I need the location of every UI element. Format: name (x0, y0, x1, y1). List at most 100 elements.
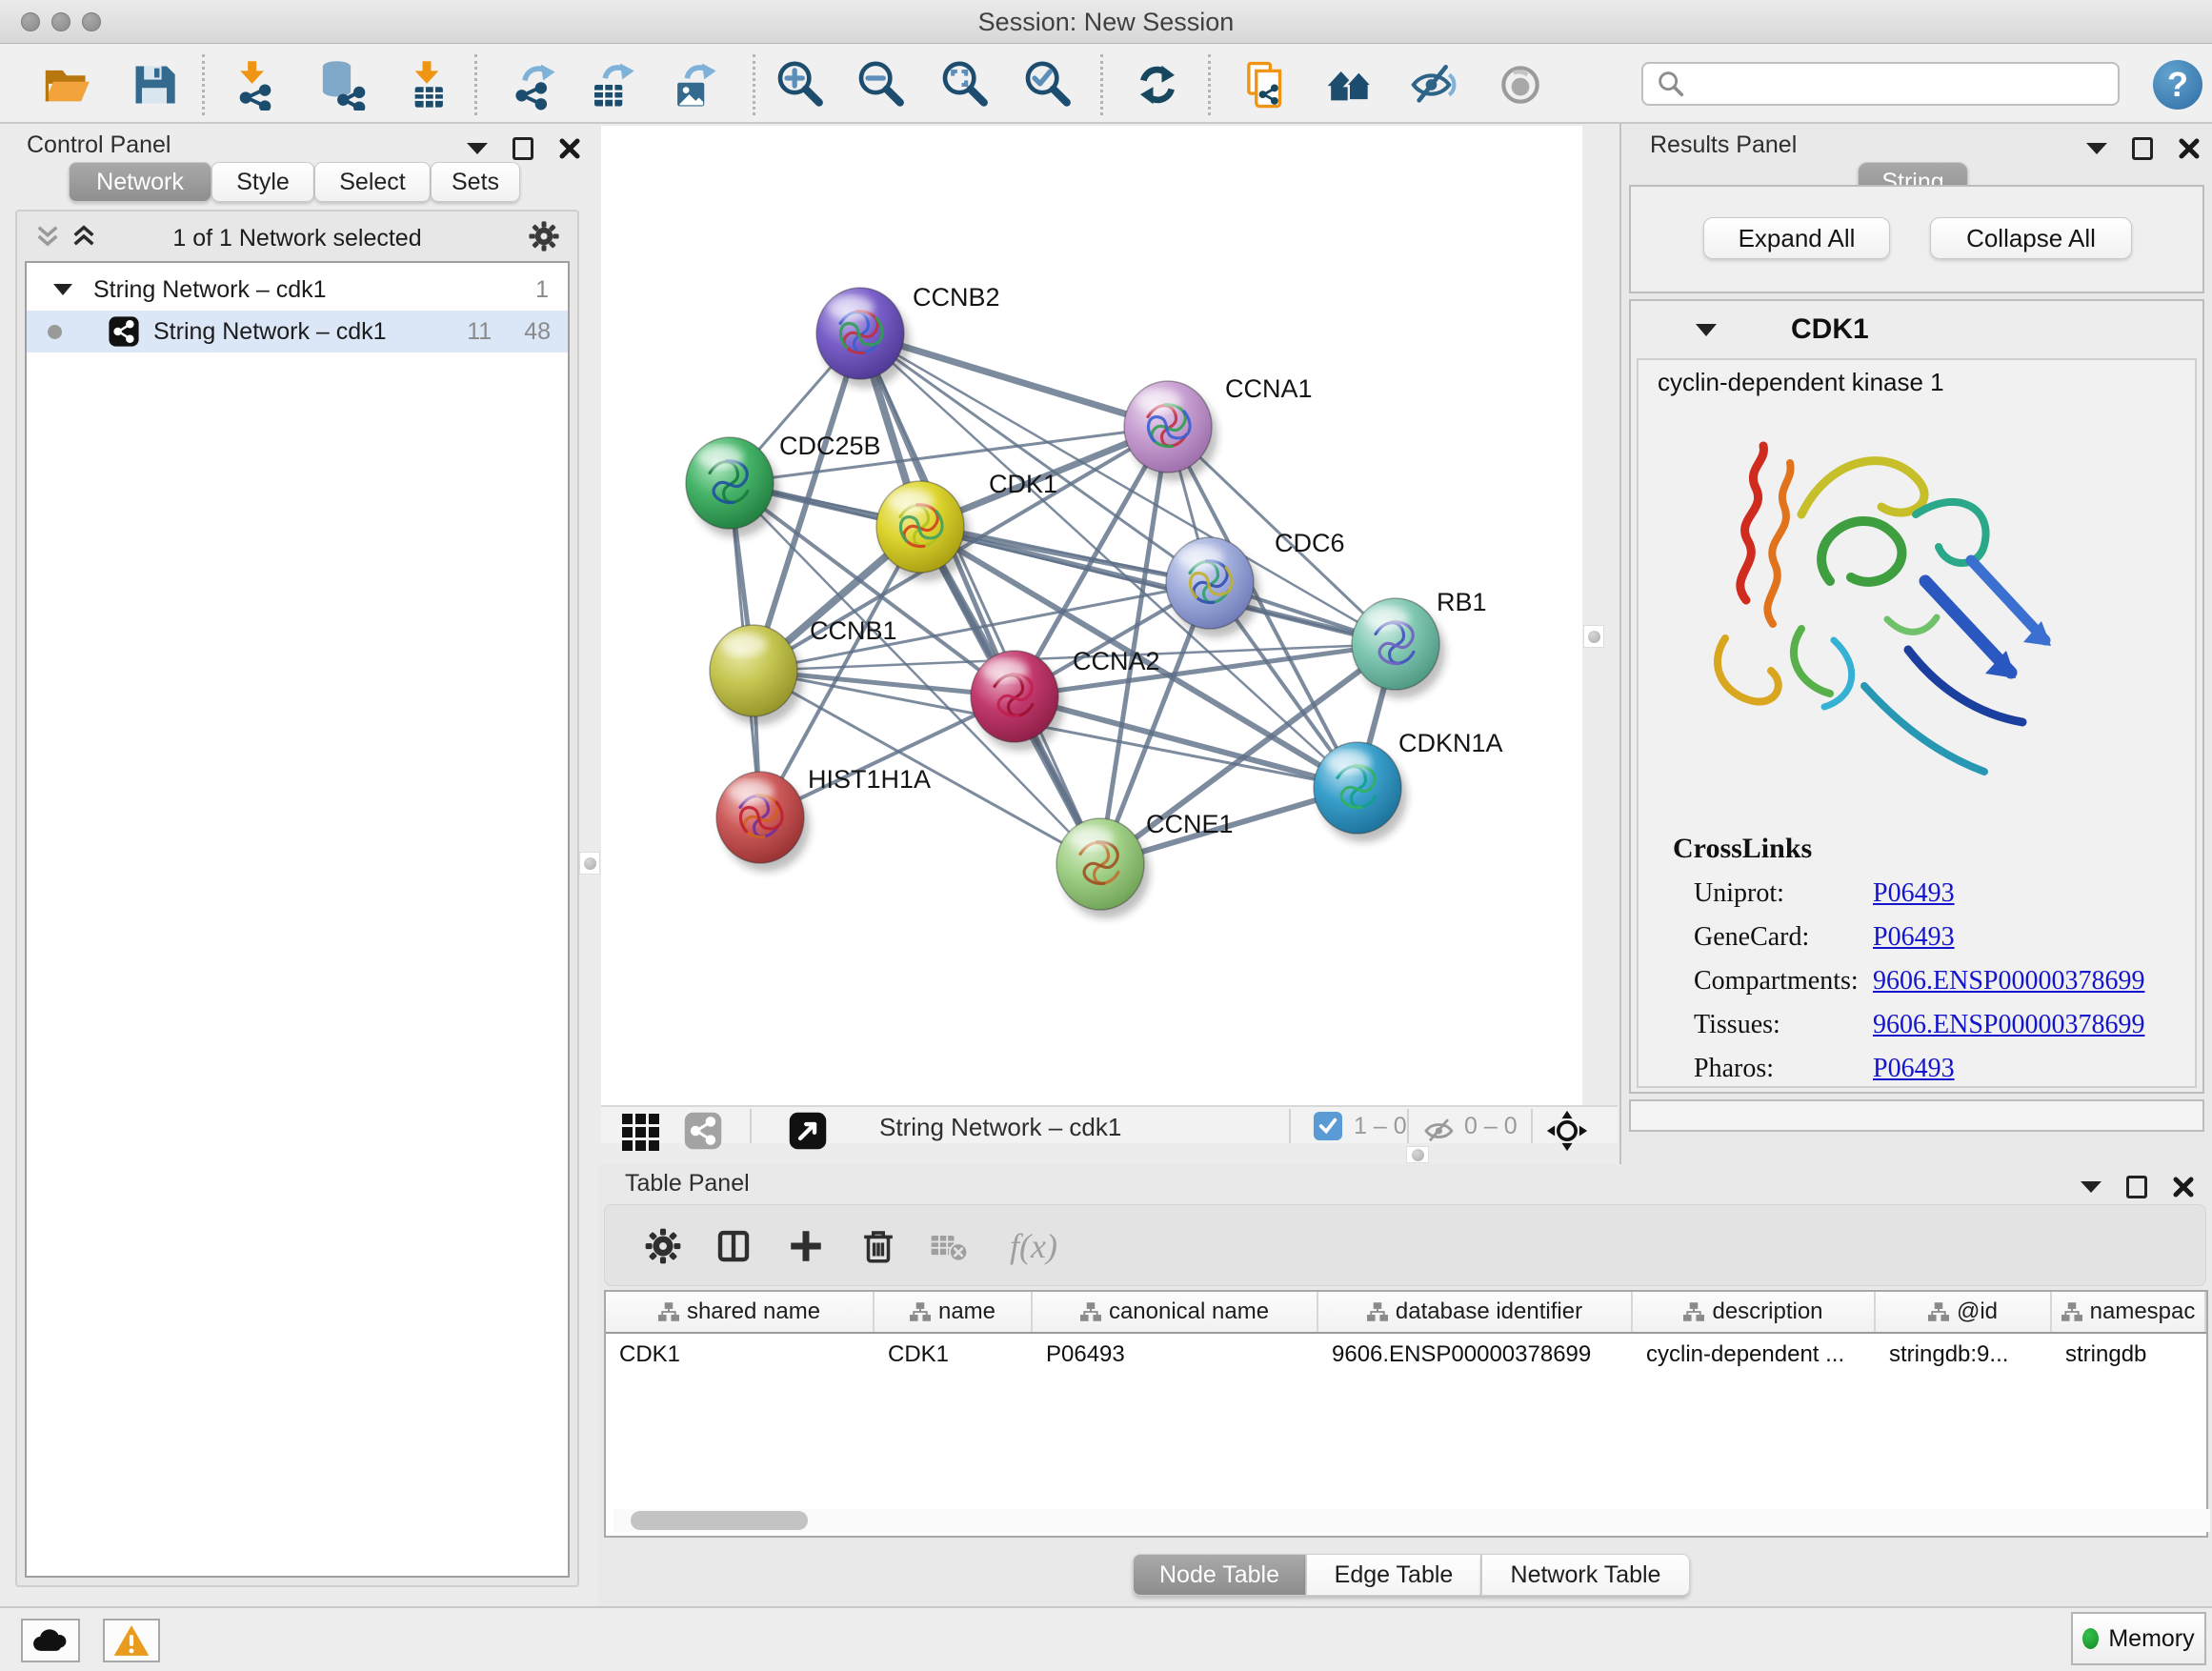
copy-network-icon[interactable] (1240, 58, 1294, 111)
network-node-rb1[interactable] (1352, 598, 1445, 698)
tab-sets[interactable]: Sets (431, 162, 520, 202)
delete-column-icon[interactable] (855, 1222, 902, 1270)
warning-button[interactable] (103, 1619, 160, 1662)
cloud-icon (31, 1626, 70, 1655)
zoom-out-icon[interactable] (855, 58, 908, 111)
level-of-detail-icon[interactable] (1494, 58, 1547, 111)
search-input[interactable] (1641, 62, 2120, 106)
close-panel-icon[interactable] (558, 137, 581, 160)
column-header-6[interactable]: namespac (2052, 1292, 2206, 1332)
section-expander-icon[interactable] (1696, 324, 1717, 336)
crosslink-link[interactable]: 9606.ENSP00000378699 (1873, 1010, 2144, 1040)
close-panel-icon[interactable] (2172, 1176, 2195, 1198)
create-column-icon[interactable] (782, 1222, 830, 1270)
table-row[interactable]: CDK1CDK1P064939606.ENSP00000378699cyclin… (606, 1334, 2206, 1376)
crosslinks-block: CrossLinks Uniprot:P06493 GeneCard:P0649… (1673, 833, 2187, 1097)
zoom-selected-icon[interactable] (1021, 58, 1075, 111)
network-node-ccne1[interactable] (1056, 818, 1150, 918)
expand-all-button[interactable]: Expand All (1703, 217, 1890, 259)
network-node-hist1h1a[interactable] (716, 772, 810, 872)
tab-edge-table[interactable]: Edge Table (1306, 1554, 1481, 1596)
export-network-icon[interactable] (507, 58, 560, 111)
float-panel-icon[interactable] (2126, 1176, 2147, 1198)
import-table-file-icon[interactable] (400, 58, 453, 111)
node-table[interactable]: shared namenamecanonical namedatabase id… (604, 1290, 2208, 1538)
column-header-1[interactable]: name (875, 1292, 1033, 1332)
column-header-3[interactable]: database identifier (1318, 1292, 1633, 1332)
network-node-cdc6[interactable] (1166, 537, 1259, 637)
tab-select-label: Select (339, 169, 405, 196)
save-session-icon[interactable] (128, 58, 181, 111)
column-header-5[interactable]: @id (1876, 1292, 2052, 1332)
cloud-button[interactable] (21, 1619, 80, 1662)
tab-network[interactable]: Network (69, 162, 211, 202)
collection-expander-icon[interactable] (53, 284, 72, 295)
refresh-layout-icon[interactable] (1131, 58, 1184, 111)
collapse-all-button[interactable]: Collapse All (1930, 217, 2132, 259)
birds-eye-view-icon[interactable] (788, 1111, 828, 1151)
crosslink-link[interactable]: P06493 (1873, 878, 1955, 909)
network-node-ccna1[interactable] (1124, 381, 1217, 481)
column-header-4[interactable]: description (1633, 1292, 1876, 1332)
open-file-icon[interactable] (40, 58, 93, 111)
tab-style[interactable]: Style (211, 162, 314, 202)
float-panel-icon[interactable] (2132, 137, 2153, 160)
close-panel-icon[interactable] (2178, 137, 2201, 160)
table-cell[interactable]: stringdb:9... (1876, 1334, 2052, 1376)
table-cell[interactable]: cyclin-dependent ... (1633, 1334, 1876, 1376)
crosslink-link[interactable]: 9606.ENSP00000378699 (1873, 966, 2144, 997)
panel-menu-icon[interactable] (467, 143, 488, 154)
float-panel-icon[interactable] (513, 137, 533, 160)
right-splitter-handle[interactable] (1583, 625, 1604, 648)
toolbar-separator (753, 54, 755, 115)
search-field[interactable] (1695, 70, 2118, 97)
network-node-cdkn1a[interactable] (1314, 742, 1407, 842)
table-gear-icon[interactable] (639, 1222, 687, 1270)
tab-select[interactable]: Select (314, 162, 431, 202)
import-network-file-icon[interactable] (229, 58, 282, 111)
network-collection-row[interactable]: String Network – cdk1 1 (27, 269, 568, 311)
gene-section-header[interactable]: CDK1 (1631, 301, 2202, 358)
fit-content-icon[interactable] (1546, 1110, 1588, 1152)
panel-menu-icon[interactable] (2081, 1181, 2101, 1193)
panel-menu-icon[interactable] (2086, 143, 2107, 154)
network-node-ccna2[interactable] (971, 651, 1064, 751)
network-row-selected[interactable]: String Network – cdk1 11 48 (27, 311, 568, 352)
memory-button[interactable]: Memory (2071, 1612, 2206, 1665)
tab-node-table[interactable]: Node Table (1133, 1554, 1306, 1596)
network-share-icon[interactable] (683, 1111, 723, 1151)
left-splitter-handle[interactable] (579, 852, 600, 875)
table-cell[interactable]: 9606.ENSP00000378699 (1318, 1334, 1633, 1376)
crosslink-link[interactable]: P06493 (1873, 1054, 1955, 1084)
zoom-in-icon[interactable] (774, 58, 827, 111)
show-columns-icon[interactable] (710, 1222, 757, 1270)
table-cell[interactable]: CDK1 (606, 1334, 875, 1376)
import-network-database-icon[interactable] (314, 58, 368, 111)
gear-icon[interactable] (528, 220, 560, 252)
selected-nodes-checkbox[interactable] (1314, 1112, 1342, 1140)
crosslink-link[interactable]: P06493 (1873, 922, 1955, 953)
zoom-fit-icon[interactable] (938, 58, 992, 111)
help-icon[interactable]: ? (2151, 58, 2204, 111)
scrollbar-thumb[interactable] (631, 1511, 808, 1530)
network-node-cdk1[interactable] (876, 481, 970, 581)
export-table-icon[interactable] (585, 58, 638, 111)
network-graph[interactable]: CCNB2CCNA1CDC25BCDK1CDC6RB1CCNB1CCNA2CDK… (601, 126, 1582, 1105)
hidden-counts: 0 – 0 (1464, 1113, 1518, 1140)
table-cell[interactable]: P06493 (1033, 1334, 1318, 1376)
column-header-0[interactable]: shared name (606, 1292, 875, 1332)
grid-view-icon[interactable] (622, 1114, 664, 1156)
bottom-splitter-handle[interactable] (1406, 1146, 1429, 1163)
show-hide-graphics-icon[interactable] (1408, 58, 1461, 111)
horizontal-scrollbar[interactable] (613, 1509, 2210, 1532)
network-canvas[interactable]: CCNB2CCNA1CDC25BCDK1CDC6RB1CCNB1CCNA2CDK… (601, 126, 1582, 1105)
table-cell[interactable]: stringdb (2052, 1334, 2206, 1376)
table-cell[interactable]: CDK1 (875, 1334, 1033, 1376)
tab-network-table[interactable]: Network Table (1481, 1554, 1690, 1596)
network-node-ccnb2[interactable] (816, 288, 910, 388)
column-header-2[interactable]: canonical name (1033, 1292, 1318, 1332)
home-icon[interactable] (1323, 58, 1377, 111)
node-label-rb1: RB1 (1437, 588, 1487, 616)
export-image-icon[interactable] (667, 58, 720, 111)
network-node-cdc25b[interactable] (686, 437, 779, 537)
